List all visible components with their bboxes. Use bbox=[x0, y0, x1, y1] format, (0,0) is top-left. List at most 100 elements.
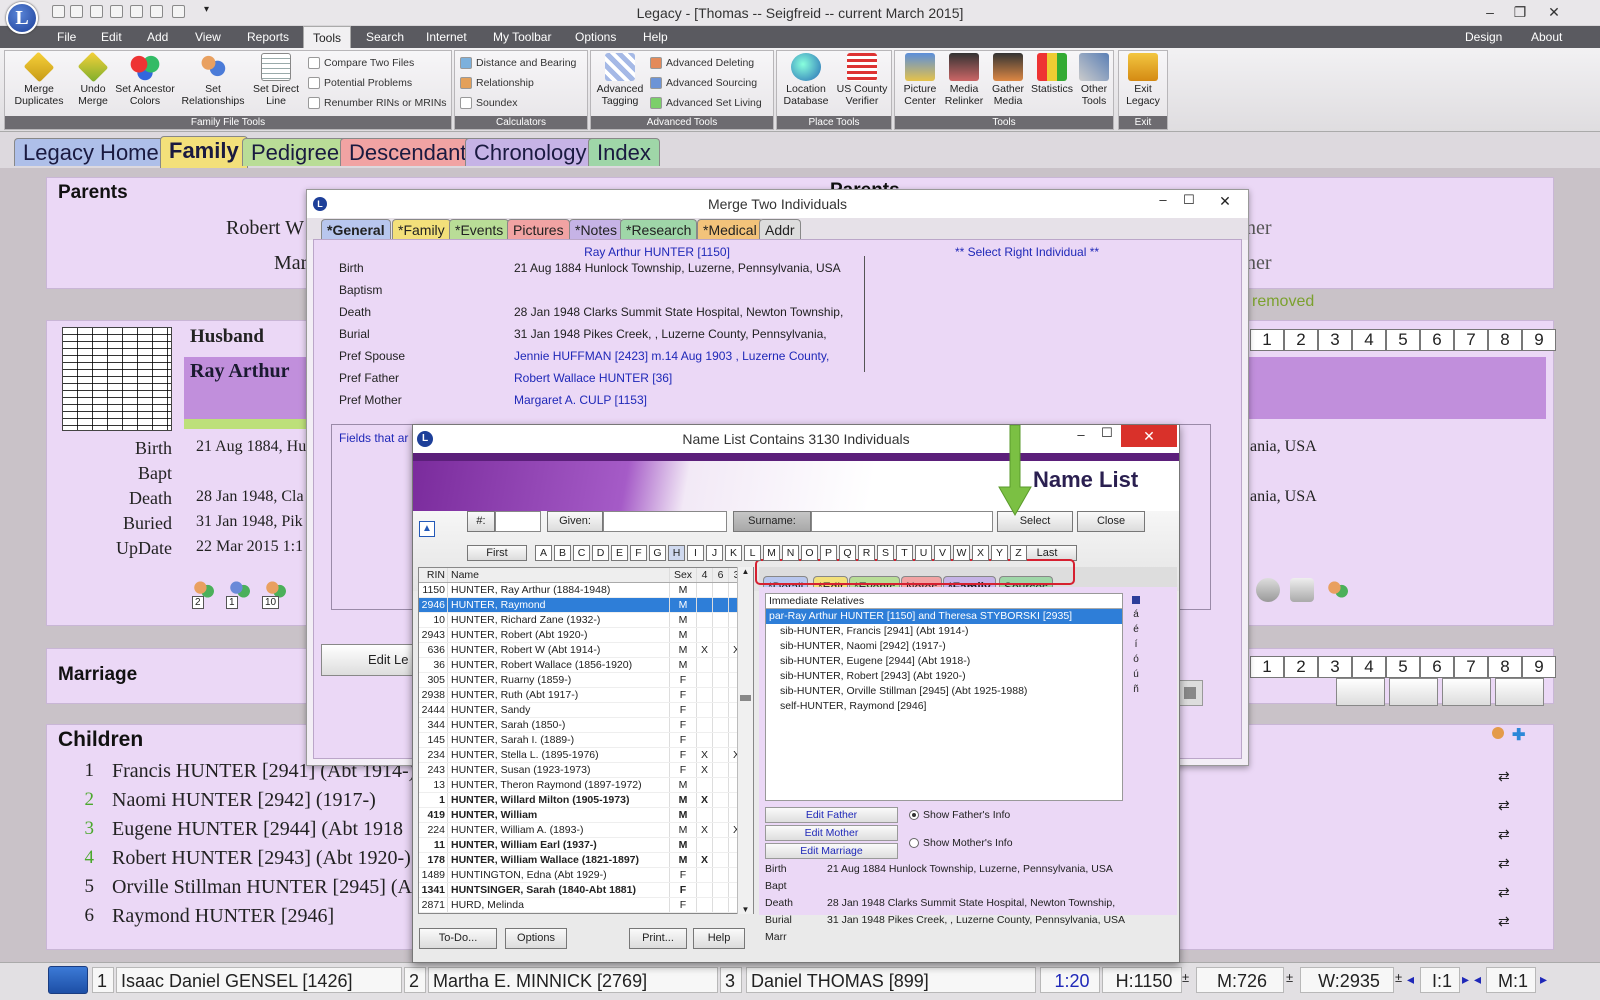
relative-item[interactable]: sib-HUNTER, Eugene [2944] (Abt 1918-) bbox=[766, 654, 1122, 669]
table-row[interactable]: 344 HUNTER, Sarah (1850-) F bbox=[419, 718, 753, 733]
mpage-5[interactable]: 5 bbox=[1386, 656, 1420, 678]
edit-marriage-button[interactable]: Edit Marriage bbox=[765, 843, 898, 859]
surname-input[interactable] bbox=[811, 511, 993, 532]
merge-tab-events[interactable]: *Events bbox=[449, 219, 510, 239]
accent-char[interactable]: é bbox=[1129, 622, 1143, 637]
book-icon-status[interactable] bbox=[48, 966, 88, 994]
relative-item[interactable]: sib-HUNTER, Naomi [2942] (1917-) bbox=[766, 639, 1122, 654]
table-row[interactable]: 2943 HUNTER, Robert (Abt 1920-) M bbox=[419, 628, 753, 643]
page-2[interactable]: 2 bbox=[1284, 329, 1318, 351]
relative-item[interactable]: sib-HUNTER, Robert [2943] (Abt 1920-) bbox=[766, 669, 1122, 684]
child-name-4[interactable]: Robert HUNTER [2943] (Abt 1920-) bbox=[112, 847, 411, 870]
letter-u-button[interactable]: U bbox=[915, 545, 932, 561]
table-row[interactable]: 1 HUNTER, Willard Milton (1905-1973) M X bbox=[419, 793, 753, 808]
edit-button[interactable]: Edit Le bbox=[321, 644, 417, 676]
relative-item[interactable]: par-Ray Arthur HUNTER [1150] and Theresa… bbox=[766, 609, 1122, 624]
tab-legacy-home[interactable]: Legacy Home bbox=[14, 138, 168, 166]
scroll-up-icon[interactable]: ▲ bbox=[738, 567, 753, 576]
tab-index[interactable]: Index bbox=[588, 138, 660, 166]
exit-legacy-button[interactable]: Exit Legacy bbox=[1120, 53, 1166, 107]
letter-d-button[interactable]: D bbox=[592, 545, 609, 561]
letter-i-button[interactable]: I bbox=[687, 545, 704, 561]
merge-father-value[interactable]: Robert Wallace HUNTER [36] bbox=[514, 371, 672, 385]
accent-char[interactable]: ñ bbox=[1129, 682, 1143, 697]
merge-tab-notes[interactable]: *Notes bbox=[569, 219, 624, 239]
tab-family[interactable]: Family bbox=[160, 136, 248, 168]
accent-char[interactable]: ó bbox=[1129, 652, 1143, 667]
set-relationships-button[interactable]: Set Relationships bbox=[178, 53, 248, 107]
potential-problems-button[interactable]: Potential Problems bbox=[308, 74, 412, 92]
letter-g-button[interactable]: G bbox=[649, 545, 666, 561]
set-direct-line-button[interactable]: Set Direct Line bbox=[250, 53, 302, 107]
restore-icon[interactable]: ❐ bbox=[1506, 2, 1534, 22]
child-swap-icon-2[interactable]: ⇄ bbox=[1498, 797, 1510, 814]
distance-bearing-button[interactable]: Distance and Bearing bbox=[460, 54, 576, 72]
rin-input[interactable] bbox=[495, 511, 541, 532]
print-button[interactable]: Print... bbox=[629, 928, 687, 949]
relatives-list[interactable]: Immediate Relatives par-Ray Arthur HUNTE… bbox=[765, 593, 1123, 801]
name-grid[interactable]: RIN Name Sex 4 6 3 1150HUNTER, Ray Arthu… bbox=[418, 567, 754, 914]
add-child-icon[interactable]: ✚ bbox=[1512, 725, 1525, 745]
merge-mother-value[interactable]: Margaret A. CULP [1153] bbox=[514, 393, 647, 407]
menu-reports[interactable]: Reports bbox=[238, 26, 298, 48]
letter-x-button[interactable]: X bbox=[972, 545, 989, 561]
menu-internet[interactable]: Internet bbox=[417, 26, 476, 48]
prev-i-icon[interactable]: ◂ bbox=[1407, 971, 1414, 988]
next-m-icon[interactable]: ▸ bbox=[1540, 971, 1547, 988]
table-row[interactable]: 2871 HURD, Melinda F bbox=[419, 898, 753, 913]
menu-tools[interactable]: Tools bbox=[303, 26, 352, 48]
table-row[interactable]: 1150 HUNTER, Ray Arthur (1884-1948) M bbox=[419, 583, 753, 598]
table-row[interactable]: 2938 HUNTER, Ruth (Abt 1917-) F bbox=[419, 688, 753, 703]
tab-descendant[interactable]: Descendant bbox=[340, 138, 476, 166]
scroll-top-icon[interactable]: ▲ bbox=[419, 521, 435, 537]
merge-tab-research[interactable]: *Research bbox=[620, 219, 698, 239]
left-mother-name[interactable]: Mar bbox=[274, 252, 307, 275]
status-pm-3[interactable]: ± bbox=[1395, 970, 1402, 985]
merge-maximize-icon[interactable]: ☐ bbox=[1177, 192, 1201, 208]
merge-tab-medical[interactable]: *Medical bbox=[697, 219, 763, 239]
col-6[interactable]: 6 bbox=[713, 568, 729, 582]
wife-name-bar[interactable] bbox=[1248, 357, 1546, 419]
menu-file[interactable]: File bbox=[48, 26, 85, 48]
menu-search[interactable]: Search bbox=[357, 26, 413, 48]
us-county-verifier-button[interactable]: US County Verifier bbox=[834, 53, 890, 107]
letter-o-button[interactable]: O bbox=[801, 545, 818, 561]
scroll-thumb[interactable] bbox=[740, 695, 751, 701]
advanced-deleting-button[interactable]: Advanced Deleting bbox=[650, 54, 754, 72]
relative-item[interactable]: self-HUNTER, Raymond [2946] bbox=[766, 699, 1122, 714]
letter-n-button[interactable]: N bbox=[782, 545, 799, 561]
scroll-down-icon[interactable]: ▼ bbox=[738, 905, 753, 914]
mpage-6[interactable]: 6 bbox=[1420, 656, 1454, 678]
mpage-8[interactable]: 8 bbox=[1488, 656, 1522, 678]
table-row[interactable]: 2444 HUNTER, Sandy F bbox=[419, 703, 753, 718]
accent-square-icon[interactable] bbox=[1132, 596, 1140, 604]
mpage-1[interactable]: 1 bbox=[1250, 656, 1284, 678]
page-8[interactable]: 8 bbox=[1488, 329, 1522, 351]
minimize-icon[interactable]: – bbox=[1476, 2, 1504, 22]
husband-name[interactable]: Ray Arthur bbox=[190, 360, 289, 383]
letter-c-button[interactable]: C bbox=[573, 545, 590, 561]
letter-j-button[interactable]: J bbox=[706, 545, 723, 561]
given-input[interactable] bbox=[603, 511, 727, 532]
mpage-9[interactable]: 9 bbox=[1522, 656, 1556, 678]
merge-tab-general[interactable]: *General bbox=[321, 219, 391, 239]
merge-tab-pictures[interactable]: Pictures bbox=[507, 219, 570, 239]
merge-right-prompt[interactable]: ** Select Right Individual ** bbox=[927, 245, 1127, 259]
child-name-2[interactable]: Naomi HUNTER [2942] (1917-) bbox=[112, 789, 376, 812]
letter-b-button[interactable]: B bbox=[554, 545, 571, 561]
mpage-2[interactable]: 2 bbox=[1284, 656, 1318, 678]
hands-icon[interactable] bbox=[1290, 578, 1314, 602]
letter-f-button[interactable]: F bbox=[630, 545, 647, 561]
table-row[interactable]: 11 HUNTER, William Earl (1937-) M bbox=[419, 838, 753, 853]
merge-tab-family[interactable]: *Family bbox=[392, 219, 451, 239]
other-tools-button[interactable]: Other Tools bbox=[1074, 53, 1114, 107]
name-list-maximize-icon[interactable]: ☐ bbox=[1095, 425, 1119, 441]
child-swap-icon-3[interactable]: ⇄ bbox=[1498, 826, 1510, 843]
status-person-2[interactable]: Martha E. MINNICK [2769] bbox=[428, 967, 718, 993]
birth-value[interactable]: 21 Aug 1884, Hu bbox=[196, 438, 306, 456]
death-value[interactable]: 28 Jan 1948, Cla bbox=[196, 488, 304, 506]
menu-edit[interactable]: Edit bbox=[92, 26, 131, 48]
picture-center-button[interactable]: Picture Center bbox=[898, 53, 942, 107]
menu-my-toolbar[interactable]: My Toolbar bbox=[484, 26, 560, 48]
merge-close-icon[interactable]: ✕ bbox=[1203, 190, 1247, 212]
